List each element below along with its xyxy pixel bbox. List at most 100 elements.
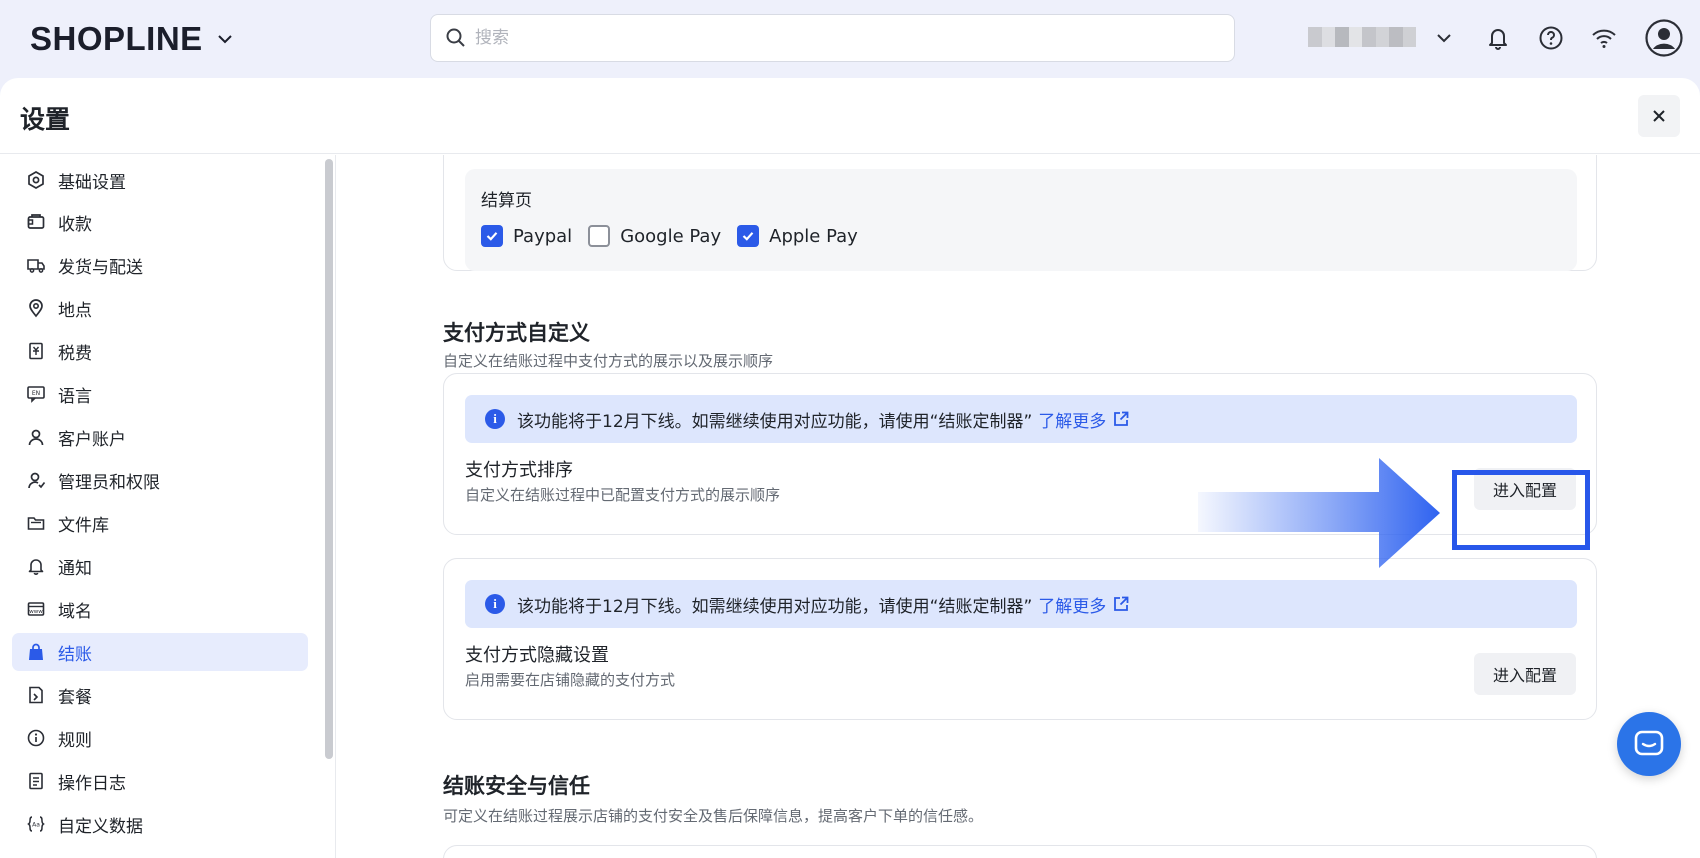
sidebar-item-files[interactable]: 文件库 [12, 504, 308, 542]
sidebar-item-label: 基础设置 [58, 172, 126, 193]
payment-sort-config-button[interactable]: 进入配置 [1474, 468, 1576, 510]
sidebar-item-plans[interactable]: 套餐 [12, 676, 308, 714]
payment-custom-title: 支付方式自定义 [443, 321, 590, 345]
admin-user-icon [28, 472, 46, 489]
sidebar-item-label: 规则 [58, 730, 92, 751]
search-bar[interactable] [430, 14, 1235, 62]
sidebar-item-taxes[interactable]: 税费 [12, 332, 308, 370]
sidebar-item-policies[interactable]: 规则 [12, 719, 308, 757]
sidebar-item-basic-settings[interactable]: 基础设置 [12, 161, 308, 199]
sidebar-item-label: 收款 [58, 214, 92, 235]
security-subtitle: 可定义在结账过程展示店铺的支付安全及售后保障信息，提高客户下单的信任感。 [443, 807, 984, 825]
help-icon[interactable] [1535, 22, 1567, 54]
bell-icon [28, 559, 44, 575]
domain-icon: www [27, 602, 45, 616]
sidebar-scroll-thumb[interactable] [325, 159, 333, 759]
close-icon [1653, 110, 1665, 122]
paypal-checkbox[interactable] [481, 225, 503, 247]
sidebar-item-label: 操作日志 [58, 773, 126, 794]
sidebar-item-locations[interactable]: 地点 [12, 289, 308, 327]
sidebar-item-activity-log[interactable]: 操作日志 [12, 762, 308, 800]
deprecation-notice: i 该功能将于12月下线。如需继续使用对应功能，请使用“结账定制器” 了解更多 [465, 395, 1577, 443]
security-card [443, 845, 1597, 858]
store-name-blurred[interactable] [1308, 27, 1416, 47]
sidebar-item-notifications[interactable]: 通知 [12, 547, 308, 585]
settings-sidebar: 基础设置 收款 发货与配送 地点 税费 EN 语言 客户账户 管理员和权限 文件… [0, 155, 336, 858]
google-pay-checkbox[interactable] [588, 225, 611, 247]
settings-hex-icon [28, 171, 44, 189]
info-circle-icon [27, 729, 45, 747]
external-link-icon[interactable] [1112, 595, 1130, 613]
sidebar-item-label: 自定义数据 [58, 816, 143, 837]
page-title: 设置 [20, 105, 71, 134]
sidebar-item-label: 客户账户 [58, 429, 126, 450]
sidebar-item-languages[interactable]: EN 语言 [12, 375, 308, 413]
payment-sort-card: i 该功能将于12月下线。如需继续使用对应功能，请使用“结账定制器” 了解更多 … [443, 373, 1597, 535]
plan-icon [29, 686, 43, 704]
payment-hide-title: 支付方式隐藏设置 [465, 645, 609, 666]
notice-text: 该功能将于12月下线。如需继续使用对应功能，请使用“结账定制器” [517, 411, 1033, 432]
shopline-logo[interactable]: SHOPLINE [30, 20, 235, 58]
payment-hide-subtitle: 启用需要在店铺隐藏的支付方式 [465, 671, 676, 689]
payment-custom-subtitle: 自定义在结账过程中支付方式的展示以及展示顺序 [443, 352, 774, 370]
avatar[interactable] [1644, 18, 1684, 58]
notice-text: 该功能将于12月下线。如需继续使用对应功能，请使用“结账定制器” [517, 596, 1033, 617]
sidebar-item-label: 结账 [58, 644, 92, 665]
search-input[interactable] [475, 28, 1175, 48]
check-icon [742, 232, 754, 241]
sidebar-item-checkout[interactable]: 结账 [12, 633, 308, 671]
payment-hide-config-button[interactable]: 进入配置 [1474, 653, 1576, 695]
wallet-icon [27, 214, 45, 229]
payment-sort-title: 支付方式排序 [465, 460, 573, 481]
deprecation-notice: i 该功能将于12月下线。如需继续使用对应功能，请使用“结账定制器” 了解更多 [465, 580, 1577, 628]
user-icon [28, 429, 44, 446]
chevron-down-icon[interactable] [215, 29, 235, 49]
store-chevron-down-icon[interactable] [1428, 22, 1460, 54]
security-title: 结账安全与信任 [443, 774, 590, 798]
sidebar-item-domains[interactable]: www 域名 [12, 590, 308, 628]
chat-support-button[interactable] [1617, 712, 1681, 776]
logo-text: SHOPLINE [30, 20, 203, 57]
truck-icon [27, 259, 45, 273]
sidebar-item-shipping[interactable]: 发货与配送 [12, 246, 308, 284]
sidebar-item-label: 管理员和权限 [58, 472, 160, 493]
check-icon [486, 232, 498, 241]
learn-more-link[interactable]: 了解更多 [1038, 592, 1106, 617]
external-link-icon[interactable] [1112, 410, 1130, 428]
folder-icon [27, 517, 45, 530]
payment-hide-card: i 该功能将于12月下线。如需继续使用对应功能，请使用“结账定制器” 了解更多 … [443, 558, 1597, 720]
google-pay-label[interactable]: Google Pay [620, 226, 721, 247]
svg-text:www: www [29, 609, 43, 615]
sidebar-item-label: 通知 [58, 558, 92, 579]
sidebar-item-label: 文件库 [58, 515, 109, 536]
panel-header: 设置 [0, 78, 1700, 154]
tax-receipt-icon [29, 342, 43, 360]
paypal-label[interactable]: Paypal [513, 226, 572, 247]
checkout-page-box: 结算页 Paypal Google Pay Apple Pay [465, 169, 1577, 271]
location-pin-icon [29, 299, 43, 318]
bell-icon[interactable] [1482, 22, 1514, 54]
sidebar-scrollbar[interactable] [322, 155, 334, 858]
search-icon [446, 28, 465, 47]
custom-data-icon: Aa [27, 816, 45, 832]
close-button[interactable] [1638, 95, 1680, 137]
sidebar-item-custom-data[interactable]: Aa 自定义数据 [12, 805, 308, 843]
apple-pay-label[interactable]: Apple Pay [769, 226, 858, 247]
sidebar-item-label: 套餐 [58, 687, 92, 708]
svg-text:EN: EN [32, 390, 40, 397]
apple-pay-checkbox[interactable] [737, 225, 760, 247]
language-icon: EN [27, 386, 45, 403]
checkout-page-label: 结算页 [481, 191, 532, 211]
learn-more-link[interactable]: 了解更多 [1038, 407, 1106, 432]
sidebar-item-customer-accounts[interactable]: 客户账户 [12, 418, 308, 456]
wifi-icon[interactable] [1588, 22, 1620, 54]
top-bar: SHOPLINE [0, 0, 1700, 78]
info-icon: i [485, 409, 505, 429]
sidebar-item-payments[interactable]: 收款 [12, 203, 308, 241]
shopping-bag-icon [29, 643, 43, 660]
info-icon: i [485, 594, 505, 614]
payment-sort-subtitle: 自定义在结账过程中已配置支付方式的展示顺序 [465, 486, 781, 504]
log-icon [29, 772, 43, 790]
sidebar-item-admins-permissions[interactable]: 管理员和权限 [12, 461, 308, 499]
checkout-settings-content: 结算页 Paypal Google Pay Apple Pay 支付方式自定义 … [337, 155, 1700, 858]
